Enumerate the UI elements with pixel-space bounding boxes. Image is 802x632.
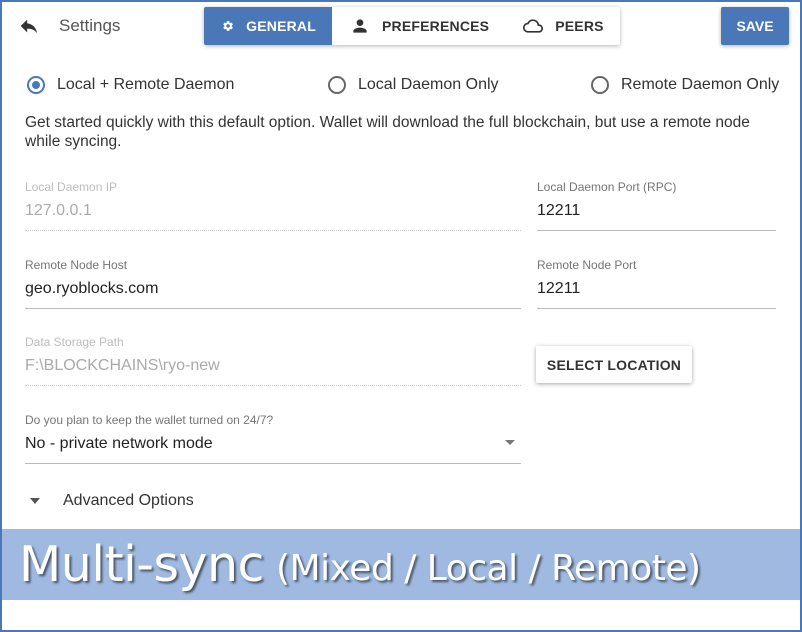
back-arrow-icon (20, 19, 38, 34)
remote-node-host-input[interactable]: geo.ryoblocks.com (25, 279, 521, 309)
keep-on-select[interactable]: No - private network mode (25, 434, 521, 464)
radio-local-only[interactable]: Local Daemon Only (328, 76, 499, 94)
remote-node-port-label: Remote Node Port (537, 258, 637, 272)
banner-title: Multi-sync (19, 536, 264, 593)
save-button[interactable]: SAVE (721, 7, 789, 45)
settings-window: Settings GENERAL PREFERENCES PEERS SAVE … (0, 0, 802, 632)
local-daemon-port-field: Local Daemon Port (RPC) 12211 (537, 180, 776, 231)
expand-caret-icon (30, 498, 40, 504)
select-location-button[interactable]: SELECT LOCATION (536, 346, 692, 383)
page-title: Settings (59, 16, 121, 35)
banner-subtitle: (Mixed / Local / Remote) (275, 548, 701, 589)
radio-local-remote-label: Local + Remote Daemon (57, 76, 235, 93)
data-storage-path-input: F:\BLOCKCHAINS\ryo-new (25, 356, 521, 386)
advanced-options-toggle[interactable]: Advanced Options (30, 492, 194, 510)
cloud-icon (523, 19, 544, 33)
radio-remote-only-label: Remote Daemon Only (621, 76, 780, 93)
mode-description: Get started quickly with this default op… (25, 114, 750, 150)
local-daemon-port-label: Local Daemon Port (RPC) (537, 180, 677, 194)
header: Settings GENERAL PREFERENCES PEERS SAVE (2, 2, 800, 50)
tab-peers[interactable]: PEERS (507, 7, 619, 45)
remote-node-host-field: Remote Node Host geo.ryoblocks.com (25, 258, 521, 309)
tab-preferences-label: PREFERENCES (382, 18, 490, 34)
tab-general[interactable]: GENERAL (204, 7, 332, 45)
data-storage-path-field: Data Storage Path F:\BLOCKCHAINS\ryo-new (25, 335, 521, 386)
tab-preferences[interactable]: PREFERENCES (332, 7, 507, 45)
tab-bar: GENERAL PREFERENCES PEERS (204, 7, 620, 45)
keep-on-label: Do you plan to keep the wallet turned on… (25, 413, 274, 427)
radio-button-icon (328, 76, 346, 94)
remote-node-host-label: Remote Node Host (25, 258, 128, 272)
radio-remote-only[interactable]: Remote Daemon Only (591, 76, 779, 94)
back-button[interactable] (18, 15, 44, 37)
radio-local-remote[interactable]: Local + Remote Daemon (27, 76, 234, 94)
remote-node-port-input[interactable]: 12211 (537, 279, 776, 309)
gear-icon (223, 21, 233, 31)
tab-general-label: GENERAL (246, 18, 316, 34)
dropdown-arrow-icon (505, 440, 515, 445)
remote-node-port-field: Remote Node Port 12211 (537, 258, 776, 309)
person-icon (353, 19, 367, 33)
caption-banner: Multi-sync (Mixed / Local / Remote) (2, 529, 800, 600)
local-daemon-ip-label: Local Daemon IP (25, 180, 118, 194)
advanced-options-label: Advanced Options (63, 492, 194, 509)
radio-local-only-label: Local Daemon Only (358, 76, 499, 93)
local-daemon-ip-input: 127.0.0.1 (25, 201, 521, 231)
local-daemon-ip-field: Local Daemon IP 127.0.0.1 (25, 180, 521, 231)
tab-peers-label: PEERS (555, 18, 604, 34)
keep-on-select-field[interactable]: Do you plan to keep the wallet turned on… (25, 413, 521, 464)
radio-button-selected-icon (27, 76, 45, 94)
radio-button-icon (591, 76, 609, 94)
data-storage-path-label: Data Storage Path (25, 335, 124, 349)
local-daemon-port-input[interactable]: 12211 (537, 201, 776, 231)
